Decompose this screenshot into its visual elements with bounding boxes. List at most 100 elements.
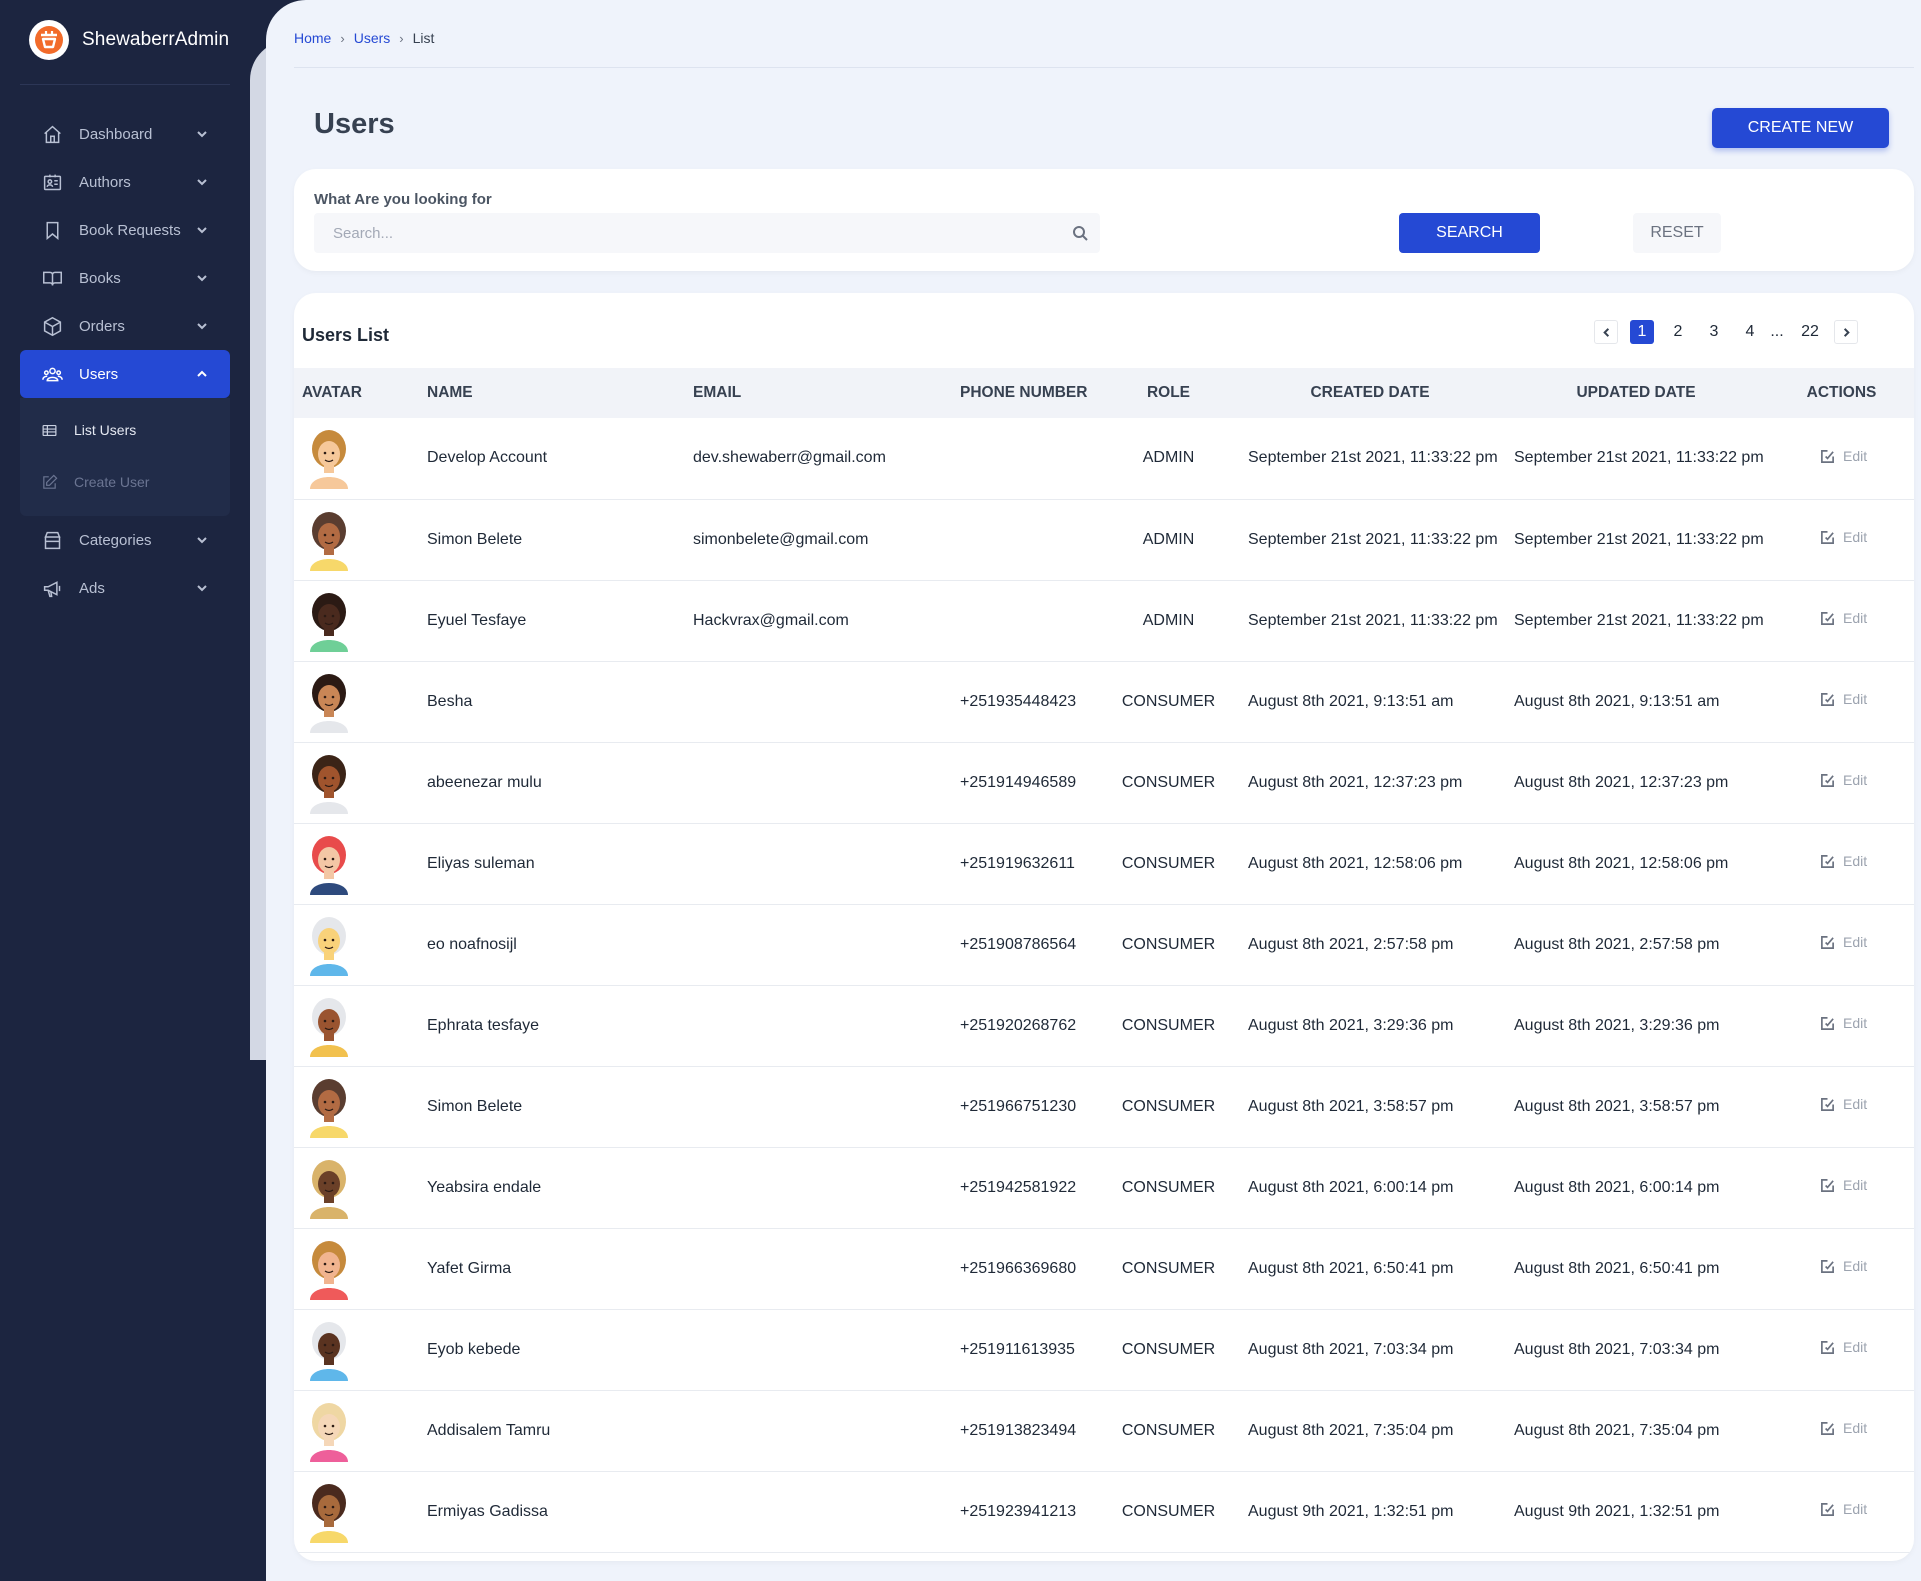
avatar [310,1078,348,1138]
chevron-down-icon [196,533,208,545]
edit-button[interactable]: Edit [1820,610,1867,626]
avatar-cell [294,1309,427,1391]
avatar-cell [294,418,427,500]
edit-button[interactable]: Edit [1820,529,1867,545]
sidebar-item-ads[interactable]: Ads [20,564,230,612]
cell-phone: +251966369680 [960,1228,1100,1310]
chevron-left-icon[interactable] [1594,320,1618,344]
edit-button[interactable]: Edit [1820,1177,1867,1193]
submenu-item-create-user[interactable]: Create User [20,456,230,508]
table-row: Eyuel Tesfaye Hackvrax@gmail.com ADMIN Sept… [294,580,1914,662]
avatar [310,430,348,490]
edit-icon [1821,692,1834,706]
chevron-down-icon [196,127,208,139]
reset-button[interactable]: RESET [1633,213,1721,253]
edit-button[interactable]: Edit [1820,691,1867,707]
cell-created-date: August 8th 2021, 7:03:34 pm [1237,1309,1503,1391]
cell-email [693,1309,960,1391]
sidebar-item-dashboard[interactable]: Dashboard [20,110,230,158]
pagination: 1 2 3 4 ... 22 [1594,320,1858,344]
edit-button[interactable]: Edit [1820,772,1867,788]
cell-role: CONSUMER [1100,904,1237,986]
edit-label: Edit [1843,691,1868,708]
cell-created-date: August 8th 2021, 12:37:23 pm [1237,742,1503,824]
edit-icon [1821,1502,1834,1516]
cell-updated-date: August 8th 2021, 6:00:14 pm [1503,1147,1769,1229]
search-icon[interactable] [1072,225,1088,241]
cell-email [693,1390,960,1472]
search-input[interactable] [314,213,1100,253]
page-button[interactable]: 1 [1630,320,1654,344]
breadcrumb-users[interactable]: Users [354,30,391,46]
cell-phone: +251923941213 [960,1471,1100,1553]
cell-actions: Edit [1769,499,1914,581]
chevron-right-icon[interactable] [1834,320,1858,344]
cell-name: Simon Belete [427,1066,693,1148]
cell-phone: +251966751230 [960,1066,1100,1148]
table-row: Ermiyas Gadissa +251923941213 CONSUMER Augu… [294,1471,1914,1553]
edit-button[interactable]: Edit [1820,1420,1867,1436]
edit-icon [1821,530,1834,544]
edit-icon [1821,1178,1834,1192]
cell-name: Ephrata tesfaye [427,985,693,1067]
table-row: Simon Belete simonbelete@gmail.com ADMIN Se… [294,499,1914,581]
avatar-cell [294,1228,427,1310]
cell-phone: +251919632611 [960,823,1100,905]
cell-email [693,1066,960,1148]
table-row: abeenezar mulu +251914946589 CONSUMER Augus… [294,742,1914,824]
shewaberr-logo-icon [29,20,69,60]
sidebar-item-orders[interactable]: Orders [20,302,230,350]
avatar [310,673,348,733]
cell-name: Eyuel Tesfaye [427,580,693,662]
chevron-down-icon [196,175,208,187]
edit-button[interactable]: Edit [1820,1339,1867,1355]
edit-button[interactable]: Edit [1820,1015,1867,1031]
cell-created-date: August 8th 2021, 3:29:36 pm [1237,985,1503,1067]
edit-label: Edit [1843,1501,1868,1518]
cell-created-date: August 8th 2021, 9:13:51 am [1237,661,1503,743]
cell-name: Yafet Girma [427,1228,693,1310]
sidebar-item-authors[interactable]: Authors [20,158,230,206]
edit-button[interactable]: Edit [1820,853,1867,869]
page-button[interactable]: 3 [1702,320,1726,344]
avatar-cell [294,742,427,824]
edit-button[interactable]: Edit [1820,934,1867,950]
page-button[interactable]: 2 [1666,320,1690,344]
sidebar-item-categories[interactable]: Categories [20,516,230,564]
edit-button[interactable]: Edit [1820,1096,1867,1112]
edit-label: Edit [1843,1015,1868,1032]
sidebar-item-users[interactable]: Users [20,350,230,398]
breadcrumb-home[interactable]: Home [294,30,331,46]
sidebar-item-books[interactable]: Books [20,254,230,302]
cell-actions: Edit [1769,661,1914,743]
page-button[interactable]: 22 [1798,320,1822,344]
cell-name: Develop Account [427,418,693,500]
sidebar-item-book-requests[interactable]: Book Requests [20,206,230,254]
cell-actions: Edit [1769,1309,1914,1391]
sidebar-item-label: Books [79,269,121,287]
brand[interactable]: ShewaberrAdmin [29,20,229,60]
search-button[interactable]: SEARCH [1399,213,1540,253]
cell-email [693,742,960,824]
edit-button[interactable]: Edit [1820,1501,1867,1517]
avatar [310,754,348,814]
cell-role: ADMIN [1100,418,1237,500]
create-new-button[interactable]: CREATE NEW [1712,108,1889,148]
edit-button[interactable]: Edit [1820,448,1867,464]
submenu-item-list-users[interactable]: List Users [20,404,230,456]
edit-button[interactable]: Edit [1820,1258,1867,1274]
page-button[interactable]: 4 [1738,320,1762,344]
cell-updated-date: August 8th 2021, 12:37:23 pm [1503,742,1769,824]
avatar [310,835,348,895]
avatar [310,1402,348,1462]
cell-phone [960,418,1100,500]
edit-icon [1821,449,1834,463]
table-row: Eliyas suleman +251919632611 CONSUMER Augus… [294,823,1914,905]
submenu-item-label: Create User [74,474,150,490]
cell-updated-date: September 21st 2021, 11:33:22 pm [1503,418,1769,500]
page-ellipsis: ... [1770,323,1784,340]
cell-actions: Edit [1769,1147,1914,1229]
cell-actions: Edit [1769,985,1914,1067]
cell-created-date: September 21st 2021, 11:33:22 pm [1237,580,1503,662]
avatar [310,1321,348,1381]
